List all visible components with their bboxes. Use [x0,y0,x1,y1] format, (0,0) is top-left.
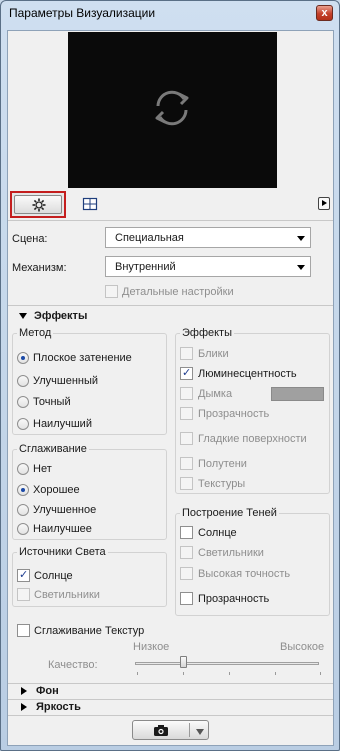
background-section-title[interactable]: Фон [36,685,59,697]
texture-smoothing-checkbox[interactable] [17,624,30,637]
effects-group-title: Эффекты [180,327,235,339]
expand-triangle-icon[interactable] [21,703,27,711]
scene-label: Сцена: [12,233,48,245]
light-sun-label: Солнце [34,570,73,582]
chevron-down-icon [297,236,305,241]
light-lamps-checkbox[interactable] [17,588,30,601]
effect-highlights-label: Блики [198,348,229,360]
effect-transparency-label: Прозрачность [198,408,270,420]
collapse-triangle-icon[interactable] [19,313,27,319]
chevron-down-icon[interactable] [196,729,204,735]
method-label: Наилучший [33,418,92,430]
effect-textures-checkbox[interactable] [180,477,193,490]
effect-penumbra-checkbox[interactable] [180,457,193,470]
method-label: Улучшенный [33,375,99,387]
method-title: Метод [17,327,54,339]
chevron-down-icon [297,265,305,270]
effect-smooth-surfaces-checkbox[interactable] [180,432,193,445]
settings-tab-inner [14,195,62,214]
haze-color-swatch[interactable] [271,387,324,401]
slider-tick [320,672,321,675]
shadow-lamps-checkbox[interactable] [180,546,193,559]
quality-low-label: Низкое [133,641,170,653]
window-title: Параметры Визуализации [9,6,156,20]
effect-highlights-checkbox[interactable] [180,347,193,360]
method-label: Плоское затенение [33,352,132,364]
divider [8,715,333,716]
camera-icon [154,725,168,736]
shadow-precision-checkbox[interactable] [180,567,193,580]
scene-select[interactable]: Специальная [105,227,311,248]
engine-label: Механизм: [12,262,67,274]
method-radio-improved[interactable] [17,375,29,387]
scene-value: Специальная [115,232,184,244]
divider [8,305,333,306]
light-lamps-label: Светильники [34,589,100,601]
engine-select[interactable]: Внутренний [105,256,311,277]
light-sources-title: Источники Света [17,546,108,558]
quality-high-label: Высокое [280,641,325,653]
engine-value: Внутренний [115,261,176,273]
gear-icon [32,198,46,212]
shadows-title: Построение Теней [180,507,279,519]
shadow-transparency-checkbox[interactable] [180,592,193,605]
shadow-sun-checkbox[interactable] [180,526,193,539]
effects-section-title[interactable]: Эффекты [34,310,87,322]
antialiasing-radio-improved[interactable] [17,504,29,516]
quality-label: Качество: [48,659,98,671]
shadow-lamps-label: Светильники [198,547,264,559]
antialiasing-title: Сглаживание [17,443,89,455]
method-radio-flat[interactable] [17,352,29,364]
method-radio-best[interactable] [17,418,29,430]
render-button[interactable] [132,720,209,740]
divider [8,220,333,221]
antialiasing-radio-none[interactable] [17,463,29,475]
antialiasing-label: Наилучшее [33,523,92,535]
slider-tick [183,672,184,675]
effect-haze-label: Дымка [198,388,233,400]
antialiasing-label: Улучшенное [33,504,97,516]
expand-button[interactable] [318,197,330,210]
settings-tab-button[interactable] [10,191,66,218]
antialiasing-radio-good[interactable] [17,484,29,496]
shadow-sun-label: Солнце [198,527,237,539]
slider-tick [275,672,276,675]
antialiasing-radio-best[interactable] [17,523,29,535]
texture-smoothing-label: Сглаживание Текстур [34,625,145,637]
title-bar[interactable]: Параметры Визуализации x [1,1,339,27]
quality-slider-track[interactable] [135,662,319,665]
antialiasing-label: Нет [33,463,52,475]
crop-icon[interactable] [82,197,98,211]
close-button[interactable]: x [316,5,333,21]
quality-slider-thumb[interactable] [180,656,187,668]
light-sun-checkbox[interactable] [17,568,30,582]
arrow-right-icon [322,200,327,206]
shadow-transparency-label: Прозрачность [198,593,270,605]
effect-transparency-checkbox[interactable] [180,407,193,420]
method-radio-precise[interactable] [17,396,29,408]
effect-smooth-surfaces-label: Гладкие поверхности [198,433,307,445]
slider-tick [229,672,230,675]
effect-luminescence-checkbox[interactable] [180,366,193,380]
effect-textures-label: Текстуры [198,478,246,490]
detailed-settings-label: Детальные настройки [122,286,234,298]
button-divider [189,723,190,737]
divider [8,699,333,700]
effect-luminescence-label: Люминесцентность [198,368,297,380]
effect-penumbra-label: Полутени [198,458,247,470]
method-label: Точный [33,396,71,408]
detailed-settings-checkbox[interactable] [105,285,118,298]
settings-panel: Сцена: Специальная Механизм: Внутренний … [7,30,334,746]
brightness-section-title[interactable]: Яркость [36,701,81,713]
preview-area [68,32,277,188]
render-settings-window: Параметры Визуализации x Сцена: Специаль… [0,0,340,751]
antialiasing-label: Хорошее [33,484,80,496]
shadow-precision-label: Высокая точность [198,568,291,580]
expand-triangle-icon[interactable] [21,687,27,695]
refresh-icon[interactable] [148,84,196,132]
slider-tick [137,672,138,675]
divider [8,683,333,684]
effect-haze-checkbox[interactable] [180,387,193,400]
